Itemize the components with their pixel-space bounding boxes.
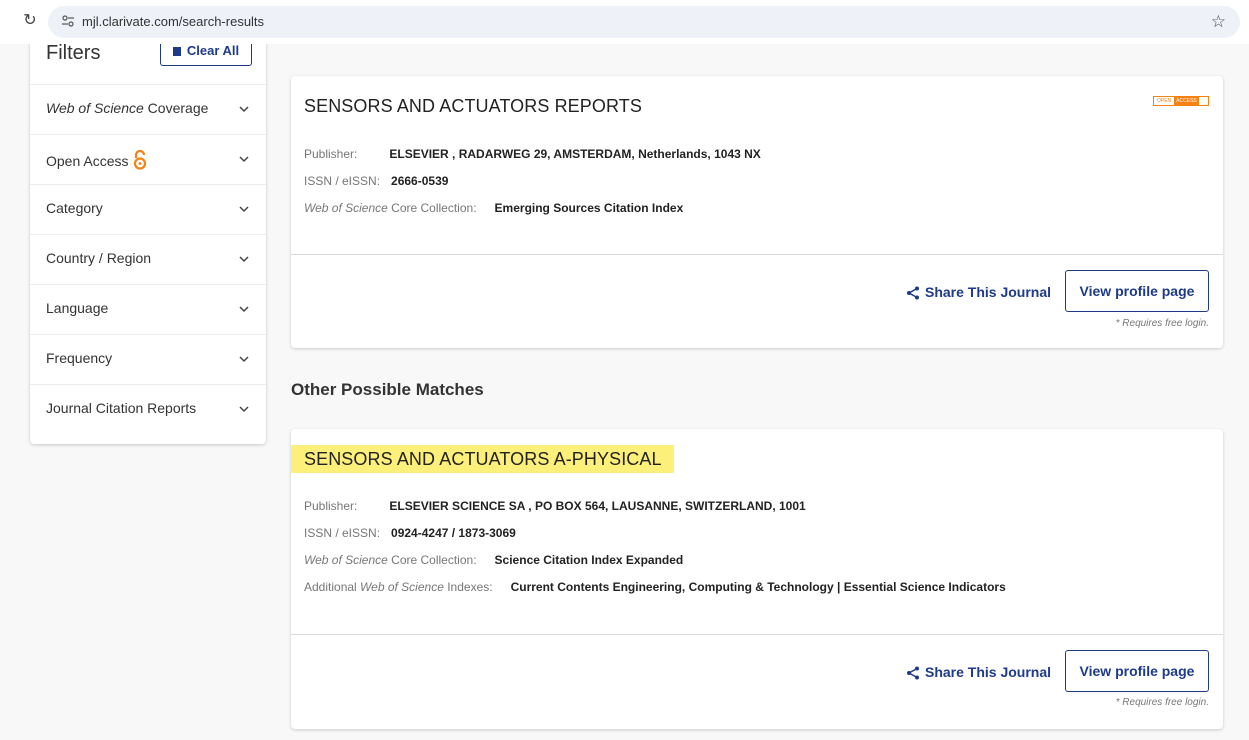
share-icon xyxy=(907,666,919,680)
other-matches-heading: Other Possible Matches xyxy=(291,380,484,399)
chevron-down-icon xyxy=(239,256,249,263)
share-journal-link[interactable]: Share This Journal xyxy=(906,284,1051,300)
collection-label: Core Collection: xyxy=(387,201,477,215)
share-icon xyxy=(907,286,919,300)
issn-value: 2666-0539 xyxy=(391,174,449,188)
trash-icon xyxy=(172,47,181,56)
additional-indexes-line: Additional Web of Science Indexes: Curren… xyxy=(304,580,1006,594)
reload-icon[interactable]: ↻ xyxy=(20,11,40,31)
chevron-down-icon xyxy=(239,156,249,163)
clear-all-button[interactable]: Clear All xyxy=(160,44,252,66)
filter-label-text: Coverage xyxy=(143,100,209,116)
requires-login-note: * Requires free login. xyxy=(1115,318,1209,329)
issn-line: ISSN / eISSN: 0924-4247 / 1873-3069 xyxy=(304,526,516,540)
publisher-value: ELSEVIER SCIENCE SA , PO BOX 564, LAUSAN… xyxy=(389,499,806,513)
share-label: Share This Journal xyxy=(925,284,1052,300)
badge-open-text: OPEN xyxy=(1157,98,1172,104)
chevron-down-icon xyxy=(239,206,249,213)
filter-language[interactable]: Language xyxy=(30,284,266,334)
filter-label: Journal Citation Reports xyxy=(46,400,197,416)
publisher-value: ELSEVIER , RADARWEG 29, AMSTERDAM, Nethe… xyxy=(389,147,761,161)
filter-category[interactable]: Category xyxy=(30,184,266,234)
chevron-down-icon xyxy=(239,356,249,363)
share-label: Share This Journal xyxy=(925,664,1052,680)
address-bar[interactable]: mjl.clarivate.com/search-results ☆ xyxy=(48,6,1240,38)
page-content: Filters Clear All Web of Science Coverag… xyxy=(0,44,1249,740)
publisher-label: Publisher: xyxy=(304,147,358,161)
open-access-icon xyxy=(133,150,146,170)
collection-label-italic: Web of Science xyxy=(304,201,388,215)
filter-label: Category xyxy=(46,200,103,216)
collection-label: Core Collection: xyxy=(387,553,477,567)
additional-label-a: Additional xyxy=(304,580,361,594)
filter-label: Country / Region xyxy=(46,250,152,266)
filter-country-region[interactable]: Country / Region xyxy=(30,234,266,284)
issn-label: ISSN / eISSN: xyxy=(304,526,381,540)
journal-title[interactable]: SENSORS AND ACTUATORS REPORTS xyxy=(304,96,642,117)
issn-value: 0924-4247 / 1873-3069 xyxy=(391,526,516,540)
view-profile-button[interactable]: View profile page xyxy=(1065,650,1209,692)
collection-line: Web of Science Core Collection: Science C… xyxy=(304,553,683,567)
card-divider xyxy=(291,634,1223,635)
additional-indexes-value: Current Contents Engineering, Computing … xyxy=(510,580,1006,594)
journal-result-card: SENSORS AND ACTUATORS REPORTS OPEN ACCESS… xyxy=(291,76,1223,348)
collection-line: Web of Science Core Collection: Emerging … xyxy=(304,201,683,215)
page-gutter xyxy=(0,44,10,740)
requires-login-note: * Requires free login. xyxy=(1115,697,1209,708)
journal-title[interactable]: SENSORS AND ACTUATORS A-PHYSICAL xyxy=(291,445,674,473)
clear-all-label: Clear All xyxy=(186,44,240,58)
filter-web-of-science-coverage[interactable]: Web of Science Coverage xyxy=(30,84,266,134)
badge-access-text: ACCESS xyxy=(1174,97,1199,105)
filter-label: Open Access xyxy=(46,150,147,170)
filters-title: Filters xyxy=(46,44,101,64)
filters-panel: Filters Clear All Web of Science Coverag… xyxy=(30,44,266,444)
additional-label-b: Indexes: xyxy=(443,580,493,594)
filter-journal-citation-reports[interactable]: Journal Citation Reports xyxy=(30,384,266,434)
filter-label: Language xyxy=(46,300,109,316)
open-access-badge: OPEN ACCESS xyxy=(1153,96,1209,106)
journal-match-card: SENSORS AND ACTUATORS A-PHYSICAL Publish… xyxy=(291,429,1223,729)
site-info-icon[interactable] xyxy=(60,14,76,30)
chevron-down-icon xyxy=(239,406,249,413)
additional-label-italic: Web of Science xyxy=(360,580,444,594)
filter-frequency[interactable]: Frequency xyxy=(30,334,266,384)
url-text[interactable]: mjl.clarivate.com/search-results xyxy=(82,14,264,30)
bookmark-star-icon[interactable]: ☆ xyxy=(1211,12,1226,32)
collection-value: Emerging Sources Citation Index xyxy=(494,201,684,215)
publisher-line: Publisher: ELSEVIER SCIENCE SA , PO BOX 5… xyxy=(304,499,806,513)
view-profile-button[interactable]: View profile page xyxy=(1065,270,1209,312)
share-journal-link[interactable]: Share This Journal xyxy=(906,664,1051,680)
highlighted-title: SENSORS AND ACTUATORS A-PHYSICAL xyxy=(291,445,674,473)
card-divider xyxy=(291,254,1223,255)
collection-value: Science Citation Index Expanded xyxy=(494,553,684,567)
issn-line: ISSN / eISSN: 2666-0539 xyxy=(304,174,448,188)
filter-label-italic: Web of Science xyxy=(46,100,144,116)
filter-open-access[interactable]: Open Access xyxy=(30,134,266,184)
chevron-down-icon xyxy=(239,106,249,113)
chevron-down-icon xyxy=(239,306,249,313)
filter-label: Frequency xyxy=(46,350,113,366)
filter-label-text: Open Access xyxy=(46,153,129,169)
issn-label: ISSN / eISSN: xyxy=(304,174,381,188)
collection-label-italic: Web of Science xyxy=(304,553,388,567)
publisher-line: Publisher: ELSEVIER , RADARWEG 29, AMSTER… xyxy=(304,147,761,161)
browser-toolbar: ↻ mjl.clarivate.com/search-results ☆ xyxy=(0,0,1249,44)
publisher-label: Publisher: xyxy=(304,499,358,513)
filter-label: Web of Science Coverage xyxy=(46,100,208,116)
